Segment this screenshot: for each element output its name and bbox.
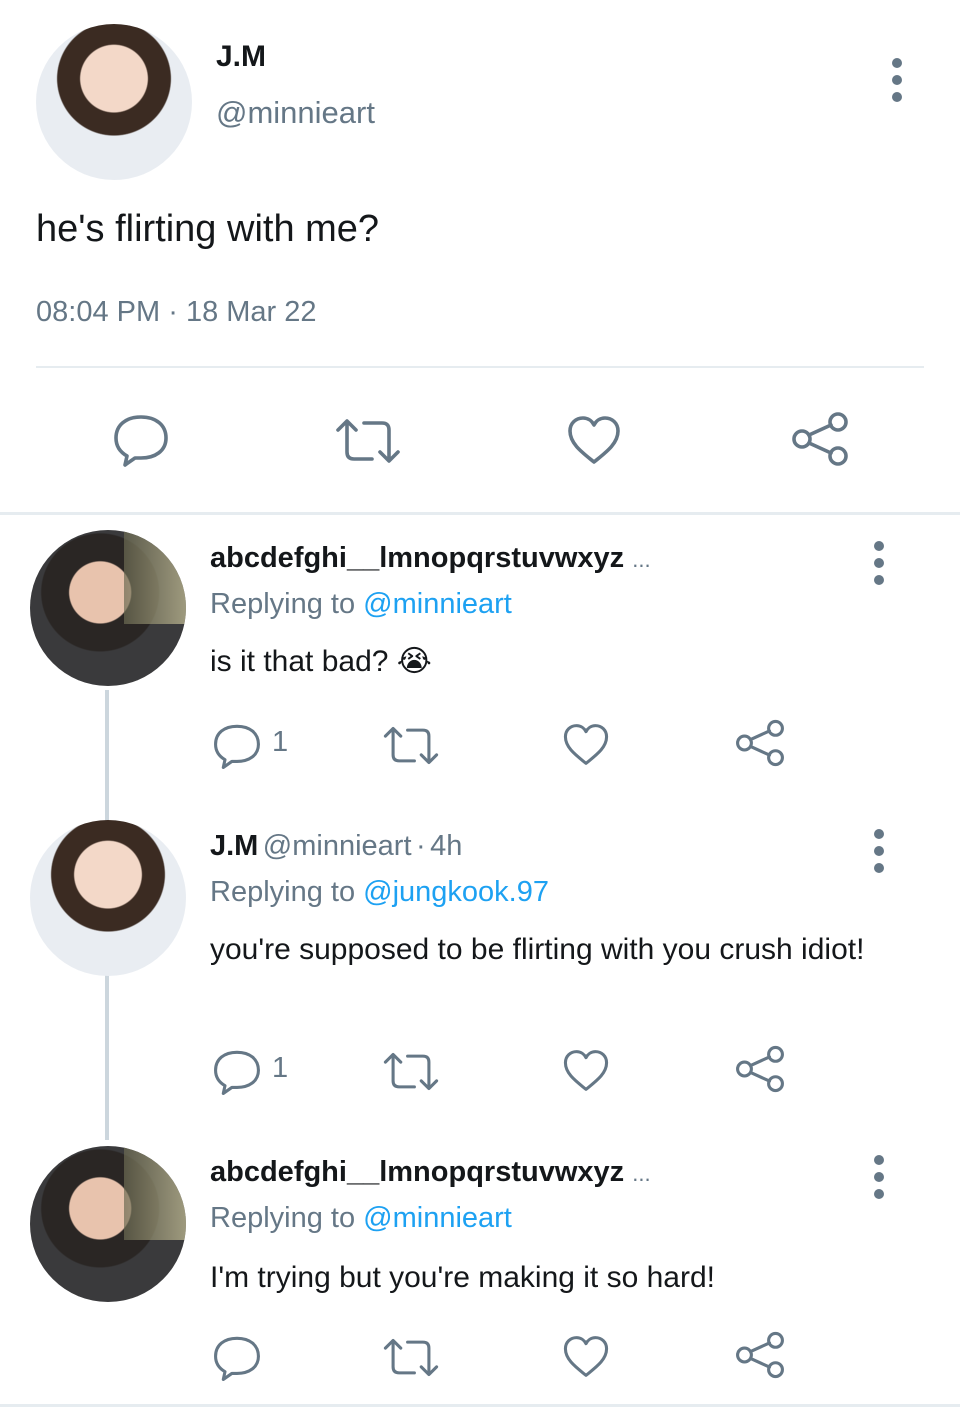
reply-2-author[interactable]: J.M @minnieart · 4h (210, 830, 462, 863)
timestamp-separator: · (168, 296, 178, 328)
reply-3-truncation: ... (632, 1161, 651, 1186)
reply-2-text: you're supposed to be flirting with you … (210, 933, 865, 966)
avatar-reply-3[interactable] (30, 1146, 186, 1302)
like-icon[interactable] (562, 1334, 610, 1379)
retweet-icon[interactable] (382, 1336, 440, 1379)
retweet-icon[interactable] (382, 1050, 440, 1093)
time-separator: · (415, 830, 426, 862)
reply-icon[interactable] (212, 1334, 262, 1382)
reply-3-text: I'm trying but you're making it so hard! (210, 1261, 716, 1294)
more-icon[interactable] (892, 58, 902, 102)
avatar-reply-2[interactable] (30, 820, 186, 976)
reply-3-name[interactable]: abcdefghi__lmnopqrstuvwxyz (210, 1156, 624, 1188)
section-divider (0, 512, 960, 515)
crying-emoji: 😭 (396, 645, 432, 678)
retweet-icon[interactable] (334, 416, 402, 466)
avatar-reply-1[interactable] (30, 530, 186, 686)
reply-3-mention[interactable]: @minnieart (363, 1202, 512, 1234)
reply-icon[interactable] (212, 722, 262, 770)
more-icon[interactable] (874, 1155, 884, 1199)
more-icon[interactable] (874, 541, 884, 585)
share-icon[interactable] (734, 1044, 786, 1094)
reply-count: 1 (272, 726, 289, 758)
divider (36, 366, 924, 368)
avatar-jm[interactable] (36, 24, 192, 180)
replying-label: Replying to (210, 876, 356, 908)
reply-1-mention[interactable]: @minnieart (363, 588, 512, 620)
reply-2-time[interactable]: 4h (430, 830, 462, 862)
reply-icon[interactable] (212, 1048, 262, 1096)
reply-1-truncation: ... (632, 547, 651, 572)
reply-1-context: Replying to @minnieart (210, 588, 512, 621)
tweet-timestamp: 08:04 PM · 18 Mar 22 (36, 296, 317, 329)
share-icon[interactable] (734, 718, 786, 768)
retweet-icon[interactable] (382, 724, 440, 767)
like-icon[interactable] (566, 414, 622, 466)
tweet-time: 08:04 PM (36, 296, 161, 328)
reply-1-name[interactable]: abcdefghi__lmnopqrstuvwxyz (210, 542, 624, 574)
like-icon[interactable] (562, 1048, 610, 1093)
reply-1-author[interactable]: abcdefghi__lmnopqrstuvwxyz ... (210, 542, 651, 575)
author-handle[interactable]: @minnieart (216, 95, 375, 131)
reply-2-name[interactable]: J.M (210, 830, 258, 862)
replying-label: Replying to (210, 1202, 356, 1234)
replying-label: Replying to (210, 588, 356, 620)
reply-1-text-row: is it that bad? 😭 (210, 642, 432, 681)
reply-3-context: Replying to @minnieart (210, 1202, 512, 1235)
reply-icon[interactable] (112, 412, 170, 468)
tweet-text: he's flirting with me? (36, 208, 380, 250)
bottom-divider (0, 1404, 960, 1407)
share-icon[interactable] (734, 1330, 786, 1380)
reply-1-text: is it that bad? (210, 645, 389, 678)
reply-3-author[interactable]: abcdefghi__lmnopqrstuvwxyz ... (210, 1156, 651, 1189)
tweet-date: 18 Mar 22 (185, 296, 317, 328)
like-icon[interactable] (562, 722, 610, 767)
reply-2-mention[interactable]: @jungkook.97 (363, 876, 549, 908)
reply-2-handle[interactable]: @minnieart (263, 830, 412, 862)
author-name[interactable]: J.M (216, 40, 266, 74)
reply-2-context: Replying to @jungkook.97 (210, 876, 549, 909)
share-icon[interactable] (790, 410, 850, 468)
reply-count: 1 (272, 1052, 289, 1084)
more-icon[interactable] (874, 829, 884, 873)
